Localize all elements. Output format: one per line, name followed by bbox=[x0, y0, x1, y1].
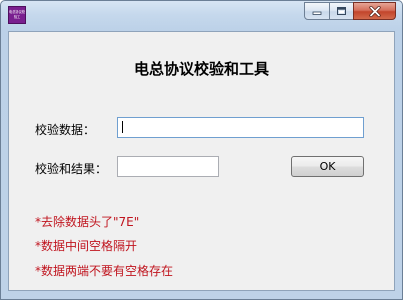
ok-button-label: OK bbox=[319, 160, 336, 173]
data-input[interactable] bbox=[117, 117, 364, 138]
minimize-icon bbox=[312, 11, 322, 15]
title-bar[interactable]: 电总协议校验工 bbox=[1, 1, 402, 31]
caption-buttons bbox=[304, 2, 396, 21]
page-title: 电总协议校验和工具 bbox=[133, 60, 269, 78]
close-button[interactable] bbox=[353, 2, 396, 20]
dialog-client-area: 电总协议校验和工具 校验数据： 校验和结果： OK *去除数据头了"7E" *数… bbox=[8, 31, 395, 291]
ok-button[interactable]: OK bbox=[291, 156, 364, 177]
minimize-button[interactable] bbox=[304, 2, 330, 20]
data-label: 校验数据： bbox=[35, 123, 96, 137]
app-window: 电总协议校验工 电总协议校验和工具 校验数据： 校验和结果： OK *去除数据头… bbox=[0, 0, 403, 300]
note-item: *去除数据头了"7E" bbox=[35, 215, 140, 229]
app-icon-text: 电总协议校验工 bbox=[9, 10, 25, 19]
close-icon bbox=[368, 5, 381, 17]
result-label: 校验和结果： bbox=[35, 162, 108, 176]
note-item: *数据中间空格隔开 bbox=[35, 239, 138, 253]
result-field[interactable] bbox=[117, 156, 219, 177]
note-item: *数据两端不要有空格存在 bbox=[35, 264, 174, 278]
maximize-button[interactable] bbox=[329, 2, 354, 20]
text-caret bbox=[122, 121, 123, 133]
maximize-icon bbox=[337, 7, 346, 15]
app-icon[interactable]: 电总协议校验工 bbox=[8, 6, 26, 24]
